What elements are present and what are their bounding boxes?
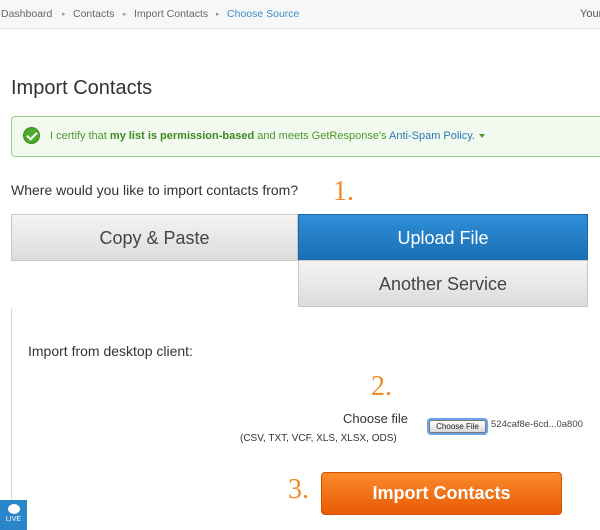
dropdown-caret-icon[interactable] — [479, 134, 485, 139]
step-1-marker: 1. — [333, 176, 354, 207]
chat-bubble-icon — [7, 504, 20, 514]
import-contacts-button[interactable]: Import Contacts — [321, 472, 562, 515]
certification-text: I certify that my list is permission-bas… — [50, 130, 485, 142]
chevron-right-icon: ▸ — [123, 11, 127, 18]
choose-file-label: Choose file — [343, 411, 409, 426]
breadcrumb-import-contacts[interactable]: Import Contacts — [134, 8, 208, 20]
tab-copy-paste[interactable]: Copy & Paste — [11, 214, 298, 261]
chevron-right-icon: ▸ — [216, 11, 220, 18]
step-3-marker: 3. — [288, 474, 309, 505]
selected-file-name: 524caf8e-6cd...0a800 — [491, 419, 583, 430]
tab-another-service[interactable]: Another Service — [298, 260, 588, 307]
permission-certification[interactable]: I certify that my list is permission-bas… — [11, 116, 600, 157]
live-chat-button[interactable]: LIVE — [0, 500, 27, 530]
breadcrumb-choose-source: Choose Source — [227, 8, 300, 20]
page-title: Import Contacts — [11, 77, 153, 99]
desktop-import-label: Import from desktop client: — [28, 343, 193, 359]
breadcrumb-dashboard[interactable]: Dashboard — [1, 8, 52, 20]
check-icon — [23, 127, 40, 144]
anti-spam-policy-link[interactable]: Anti-Spam Policy. — [389, 130, 475, 142]
choose-file-button[interactable]: Choose File — [429, 420, 486, 433]
source-question: Where would you like to import contacts … — [11, 182, 299, 198]
step-2-marker: 2. — [371, 371, 392, 402]
live-label: LIVE — [5, 516, 22, 523]
upload-panel-border — [11, 308, 12, 530]
breadcrumb-bar: Dashboard ▸ Contacts ▸ Import Contacts ▸… — [0, 0, 600, 29]
breadcrumb-contacts[interactable]: Contacts — [73, 8, 114, 20]
supported-formats: (CSV, TXT, VCF, XLS, XLSX, ODS) — [240, 433, 397, 444]
chevron-right-icon: ▸ — [62, 11, 66, 18]
user-menu[interactable]: Your — [580, 8, 600, 20]
tab-upload-file[interactable]: Upload File — [298, 214, 588, 261]
